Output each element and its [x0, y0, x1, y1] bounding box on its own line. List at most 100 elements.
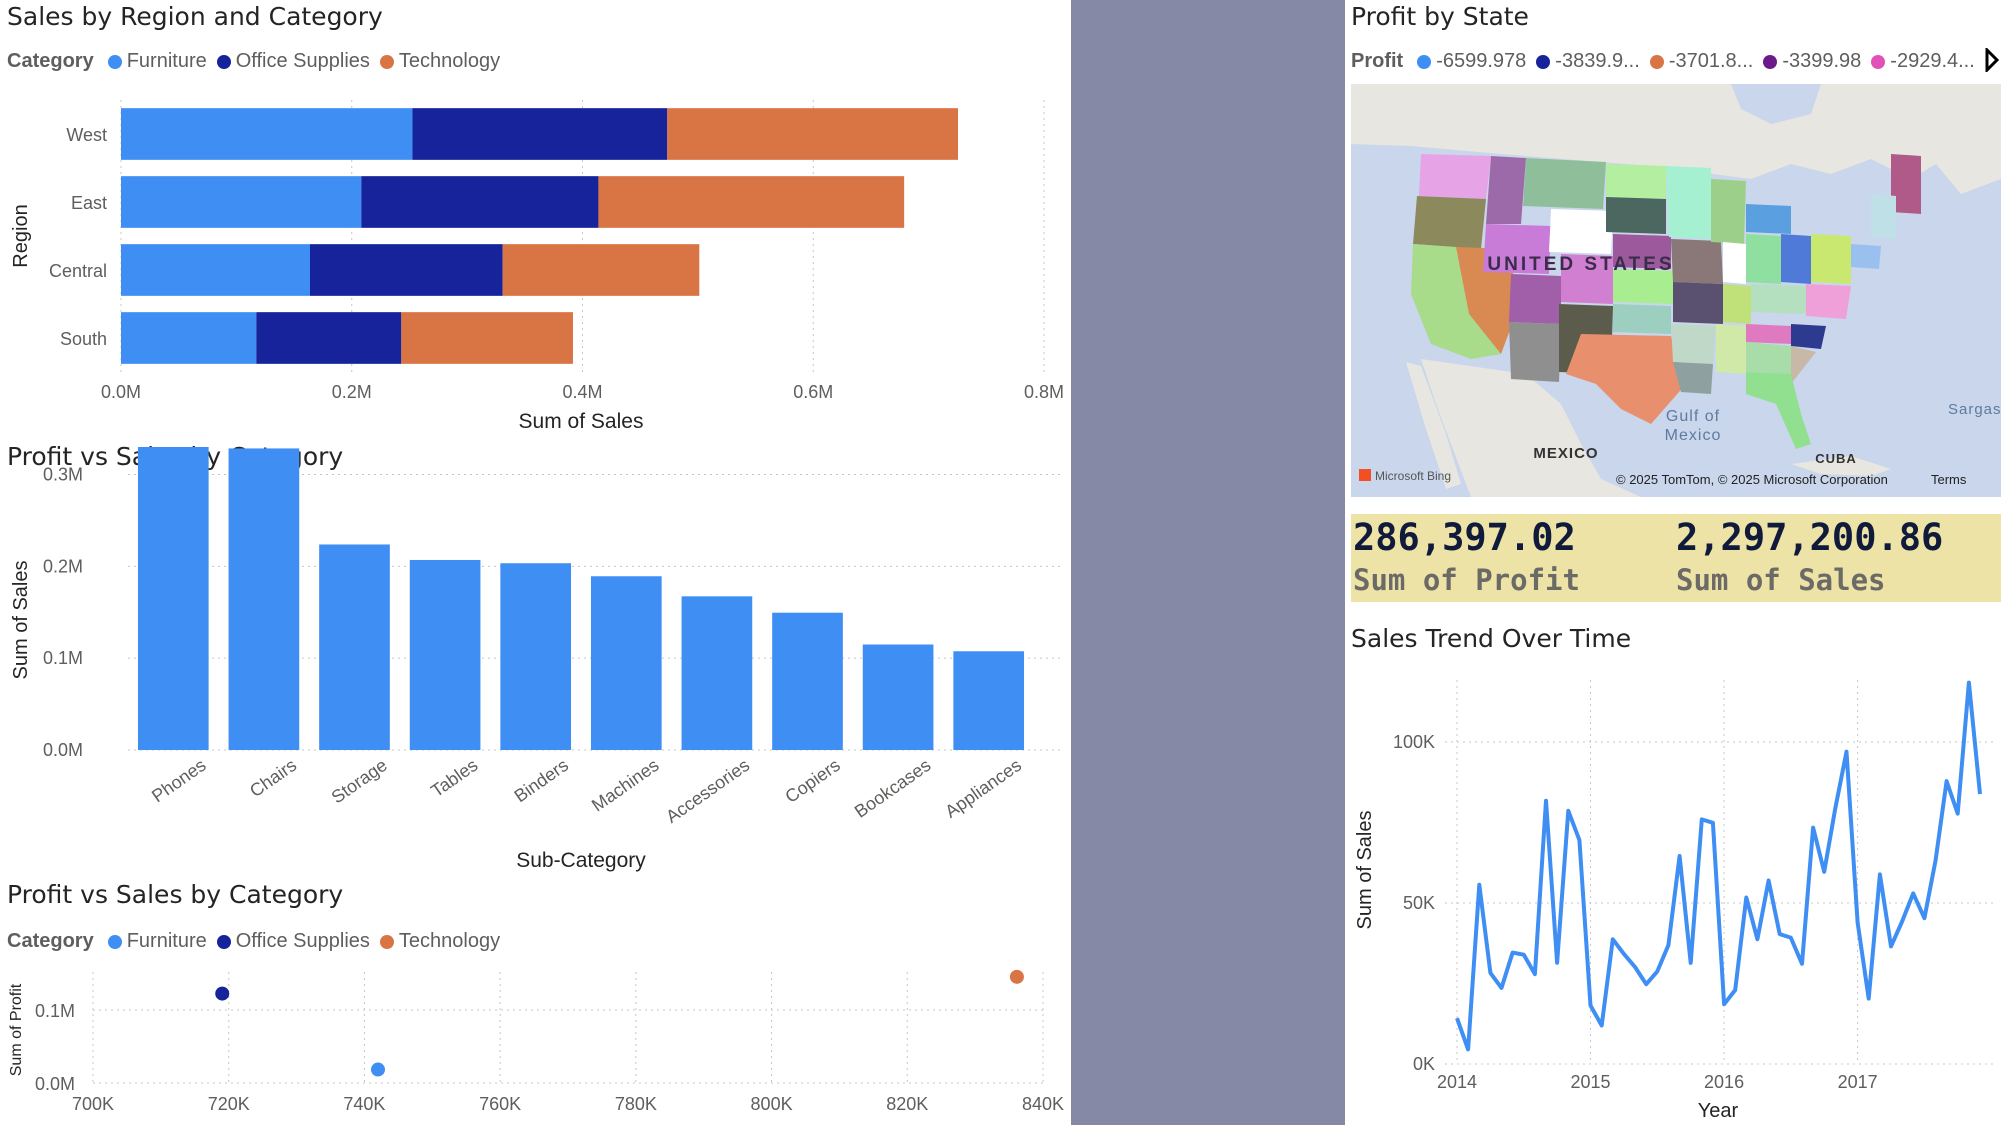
bar-bookcases[interactable]	[862, 644, 934, 750]
x-tick-label: 2017	[1838, 1072, 1878, 1092]
x-tick-label: Tables	[427, 755, 481, 801]
legend-title: Profit	[1351, 50, 1404, 72]
map-legend: Profit -6599.978 -3839.9... -3701.8... -…	[1351, 50, 1985, 73]
x-tick-label: Chairs	[246, 755, 300, 801]
x-tick-label: Bookcases	[851, 755, 935, 822]
bar-appliances[interactable]	[953, 651, 1025, 750]
bar-phones[interactable]	[137, 447, 209, 750]
y-tick-label: 0K	[1413, 1054, 1435, 1074]
bar-central-office-supplies[interactable]	[309, 244, 503, 296]
map-terms-link[interactable]: Terms	[1931, 472, 1967, 487]
bar-central-furniture[interactable]	[121, 244, 310, 296]
point-furniture[interactable]	[371, 1062, 385, 1077]
map-panel[interactable]: Profit by State Profit -6599.978 -3839.9…	[1345, 0, 2001, 505]
y-tick-label: 0.1M	[43, 648, 83, 668]
point-technology[interactable]	[1009, 969, 1024, 984]
map-label-country: UNITED STATES	[1487, 254, 1674, 275]
bar-accessories[interactable]	[681, 596, 753, 750]
x-tick-label: Storage	[328, 755, 391, 808]
sales-trend-line[interactable]	[1455, 680, 1982, 1052]
x-tick-label: 0.8M	[1024, 382, 1064, 402]
x-tick-label: Phones	[148, 755, 209, 806]
bar-south-office-supplies[interactable]	[256, 312, 402, 364]
region-x-axis-title: Sum of Sales	[519, 410, 644, 433]
x-tick-label: 2016	[1704, 1072, 1744, 1092]
legend-item-4[interactable]: -3399.98	[1763, 50, 1861, 73]
region-label: West	[66, 125, 107, 145]
filled-map[interactable]: UNITED STATES Gulf of Mexico MEXICO CUBA…	[1351, 84, 2001, 497]
legend-item-1[interactable]: -6599.978	[1417, 50, 1526, 73]
map-label-cuba: CUBA	[1815, 451, 1857, 466]
bar-central-technology[interactable]	[502, 244, 700, 296]
bar-storage[interactable]	[319, 544, 390, 750]
map-bing-credit: Microsoft Bing	[1375, 469, 1451, 483]
region-label: South	[60, 329, 107, 349]
subcategory-y-axis-title: Sum of Sales	[10, 561, 32, 680]
region-label: Central	[49, 261, 107, 281]
trend-x-axis-title: Year	[1698, 1100, 1739, 1122]
y-tick-label: 100K	[1393, 732, 1435, 752]
x-tick-label: 840K	[1022, 1094, 1064, 1114]
region-y-axis-title: Region	[10, 204, 32, 267]
legend-next-arrow-icon[interactable]	[1985, 48, 1999, 72]
trend-chart-panel[interactable]: Sales Trend Over Time 0K 50K 100K 2014 2015…	[1345, 620, 2001, 1125]
bar-south-technology[interactable]	[401, 312, 573, 364]
bar-east-furniture[interactable]	[121, 176, 362, 228]
region-label: East	[71, 193, 107, 213]
kpi-profit-label: Sum of Profit	[1353, 563, 1580, 597]
bar-west-furniture[interactable]	[121, 108, 413, 160]
region-chart-panel[interactable]: Sales by Region and Category Category Fu…	[0, 0, 1071, 440]
y-tick-label: 0.0M	[35, 1074, 75, 1094]
bar-east-technology[interactable]	[598, 176, 905, 228]
legend-item-5[interactable]: -2929.4...	[1871, 50, 1975, 73]
scatter-chart-panel[interactable]: Profit vs Sales by Category Category Fur…	[0, 880, 1071, 1125]
legend-item-2[interactable]: -3839.9...	[1536, 50, 1640, 73]
y-tick-label: 0.1M	[35, 1001, 75, 1021]
map-title: Profit by State	[1351, 2, 1529, 31]
bing-logo-icon	[1359, 469, 1371, 481]
map-label-mexico: MEXICO	[1533, 445, 1598, 462]
trend-line-chart[interactable]: 0K 50K 100K 2014 2015 2016 2017 Year Sum of S…	[1345, 620, 2001, 1125]
legend-dot	[1871, 54, 1886, 69]
x-tick-label: 800K	[751, 1094, 793, 1114]
x-tick-label: 740K	[343, 1094, 385, 1114]
subcategory-x-axis-title: Sub-Category	[516, 849, 646, 872]
x-tick-label: 720K	[208, 1094, 250, 1114]
legend-dot	[1763, 54, 1778, 69]
bar-binders[interactable]	[500, 563, 572, 750]
x-tick-label: 2014	[1437, 1072, 1477, 1092]
bar-chairs[interactable]	[228, 448, 300, 750]
kpi-profit-value: 286,397.02	[1353, 516, 1576, 559]
bar-west-technology[interactable]	[667, 108, 958, 160]
bar-copiers[interactable]	[772, 612, 843, 750]
map-label-gulf-2: Mexico	[1665, 427, 1722, 444]
x-tick-label: 780K	[615, 1094, 657, 1114]
scatter-y-axis-title: Sum of Profit	[8, 983, 25, 1076]
y-tick-label: 50K	[1403, 893, 1435, 913]
x-tick-label: Binders	[511, 755, 572, 806]
x-tick-label: Copiers	[782, 755, 844, 807]
bar-tables[interactable]	[409, 559, 481, 750]
region-bar-chart[interactable]: West East Central South 0.0M 0.2M 0.4M 0.6M 0.8…	[0, 0, 1071, 440]
subcategory-chart-panel[interactable]: Profit vs Sales by Category 0.0M0.1M0.2M…	[0, 440, 1071, 880]
x-tick-label: 2015	[1571, 1072, 1611, 1092]
x-tick-label: 0.6M	[793, 382, 833, 402]
x-tick-label: 0.0M	[101, 382, 141, 402]
canvas-divider	[1071, 0, 1345, 1125]
kpi-sales-label: Sum of Sales	[1676, 563, 1886, 597]
legend-item-3[interactable]: -3701.8...	[1649, 50, 1753, 73]
x-tick-label: 820K	[886, 1094, 928, 1114]
legend-dot	[1649, 54, 1664, 69]
legend-dot	[1536, 54, 1551, 69]
subcategory-bar-chart[interactable]: 0.0M 0.1M 0.2M 0.3M Phones Chairs Storage Tabl…	[0, 440, 1071, 880]
bar-east-office-supplies[interactable]	[361, 176, 599, 228]
map-copyright: © 2025 TomTom, © 2025 Microsoft Corporat…	[1616, 472, 1888, 487]
bar-west-office-supplies[interactable]	[412, 108, 668, 160]
kpi-card[interactable]: 286,397.02 Sum of Profit 2,297,200.86 Su…	[1351, 514, 2001, 602]
bar-south-furniture[interactable]	[121, 312, 257, 364]
point-office-supplies[interactable]	[215, 986, 230, 1001]
scatter-chart[interactable]: 0.0M 0.1M 700K 720K 740K 760K 780K 800K 820K 840…	[0, 880, 1071, 1125]
y-tick-label: 0.0M	[43, 740, 83, 760]
bar-machines[interactable]	[590, 576, 662, 750]
legend-dot	[1417, 54, 1432, 69]
